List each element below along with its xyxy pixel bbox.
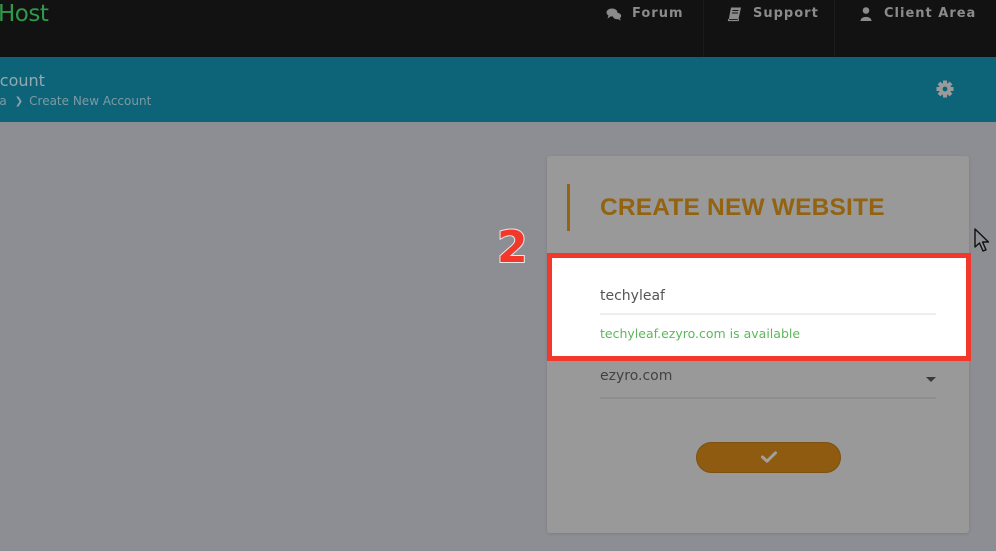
step-number-annotation: 2 [496,221,529,274]
page-title: ccount [0,71,45,90]
gear-icon[interactable] [935,79,955,99]
page-header: ccount ea ❯ Create New Account [0,57,996,122]
nav-label: Support [753,6,819,21]
breadcrumb-item[interactable]: ea [0,94,7,108]
nav-label: Forum [632,6,684,21]
check-icon [760,448,777,467]
breadcrumb-item-current: Create New Account [29,94,152,108]
mouse-pointer-icon [974,228,992,254]
brand-logo[interactable]: Host [0,0,49,28]
domain-select-value: ezyro.com [600,368,673,384]
breadcrumb: ea ❯ Create New Account [0,94,151,108]
nav-divider [703,0,704,57]
availability-message: techyleaf.ezyro.com is available [600,326,801,341]
user-icon [858,6,874,22]
title-accent-bar [567,184,570,231]
nav-item-support[interactable]: Support [727,0,819,57]
chevron-right-icon: ❯ [14,95,24,107]
nav-divider [834,0,835,57]
nav-label: Client Area [884,6,977,21]
subdomain-input[interactable] [600,279,936,315]
highlight-box: techyleaf.ezyro.com is available [547,253,971,361]
caret-down-icon [926,377,936,382]
domain-select[interactable]: ezyro.com [600,362,936,399]
nav-item-client-area[interactable]: Client Area [858,0,976,57]
nav-item-forum[interactable]: Forum [606,0,684,57]
card-title: CREATE NEW WEBSITE [600,194,885,221]
top-navbar: Host Forum Support Client Area [0,0,996,57]
submit-button[interactable] [696,442,841,473]
book-icon [727,6,743,22]
comments-icon [606,6,622,22]
